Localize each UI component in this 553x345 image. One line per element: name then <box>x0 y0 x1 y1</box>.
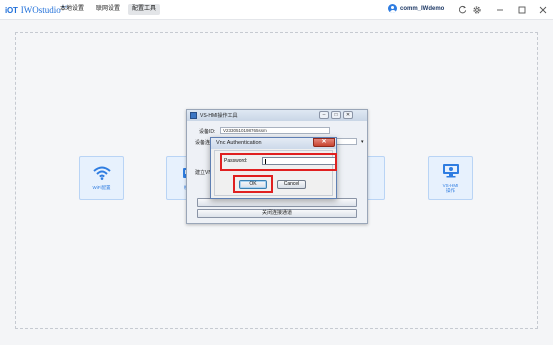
logo-text: IWOstudio <box>20 5 61 15</box>
menu-config-tools[interactable]: 配置工具 <box>128 4 161 15</box>
app-header: iOT IWOstudio 3.0 本地设置 联网设置 配置工具 comm_IW… <box>0 0 553 20</box>
tool-window-titlebar: VS-HMI操作工具 – □ ✕ <box>187 110 367 121</box>
app-icon <box>190 112 197 119</box>
vnc-dialog-title: Vnc Authentication <box>216 140 262 146</box>
main-menu: 本地设置 联网设置 配置工具 <box>56 4 161 15</box>
close-channel-button[interactable]: 关闭连接通道 <box>197 209 357 218</box>
cancel-button[interactable]: Cancel <box>277 180 306 189</box>
minimize-icon[interactable] <box>494 4 505 15</box>
tool-window-action-button[interactable] <box>197 198 357 207</box>
vnc-close-icon[interactable]: ✕ <box>313 138 335 147</box>
user-account[interactable]: comm_IWdemo <box>388 4 444 13</box>
window-minimize-icon[interactable]: – <box>319 111 329 119</box>
monitor-icon <box>442 163 460 180</box>
wifi-icon <box>92 166 111 182</box>
password-highlight <box>220 153 337 171</box>
chevron-down-icon[interactable]: ▾ <box>361 139 364 145</box>
device-id-label: 设备ID: <box>199 129 216 135</box>
window-close-icon[interactable]: ✕ <box>343 111 353 119</box>
menu-local-settings[interactable]: 本地设置 <box>56 4 88 15</box>
tool-window-title: VS-HMI操作工具 <box>200 113 238 119</box>
user-name: comm_IWdemo <box>400 5 445 12</box>
tile-label: WiFi配置 <box>92 185 111 190</box>
menu-network-settings[interactable]: 联网设置 <box>92 4 124 15</box>
vnc-dialog-titlebar: Vnc Authentication ✕ <box>211 138 336 149</box>
tile-vs-hmi[interactable]: VS-HMI 操作 <box>428 156 473 200</box>
maximize-icon[interactable] <box>516 4 527 15</box>
settings-icon[interactable] <box>471 4 482 15</box>
refresh-icon[interactable] <box>457 4 468 15</box>
ok-button-highlight <box>233 175 273 193</box>
logo-mark: iOT <box>5 5 18 15</box>
close-icon[interactable] <box>537 4 548 15</box>
tile-label: VS-HMI 操作 <box>442 183 459 193</box>
window-maximize-icon[interactable]: □ <box>331 111 341 119</box>
tile-wifi-config[interactable]: WiFi配置 <box>79 156 124 200</box>
device-id-field[interactable]: V2330510198765ssm <box>220 127 330 134</box>
avatar <box>388 4 397 13</box>
